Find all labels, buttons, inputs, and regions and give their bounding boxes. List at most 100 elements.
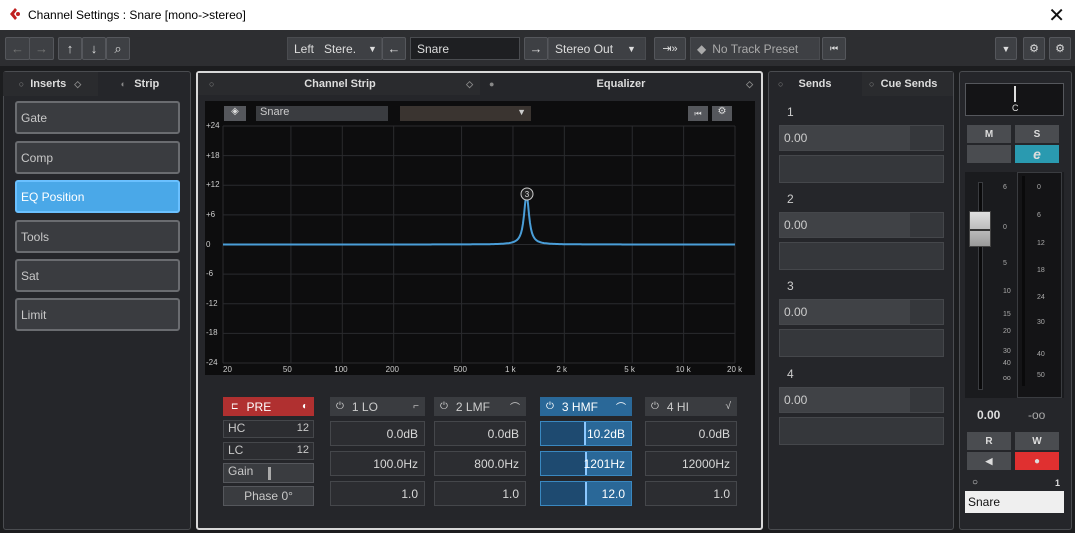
record-icon[interactable]: ● — [1015, 452, 1059, 470]
tab-cue-sends[interactable]: ○ Cue Sends — [866, 72, 952, 96]
power-icon: ⏻ — [651, 401, 659, 412]
strip-module-limit[interactable]: Limit — [15, 298, 180, 331]
strip-module-sat[interactable]: Sat — [15, 259, 180, 292]
reset-icon[interactable]: ⏮ — [822, 37, 846, 60]
band-4-q[interactable]: 1.0 — [645, 481, 737, 506]
band-2-name: 2 LMF — [455, 399, 490, 414]
band-4-header[interactable]: ⏻ 4 HI √ — [645, 397, 737, 416]
filter-shape-icon[interactable]: ⌐ — [413, 401, 419, 412]
band-1-header[interactable]: ⏻ 1 LO ⌐ — [330, 397, 425, 416]
filter-shape-icon[interactable]: ⌒ — [616, 399, 626, 414]
meter-scale-tick: 12 — [1037, 240, 1045, 247]
strip-module-eq-position[interactable]: EQ Position — [15, 180, 180, 213]
pre-header[interactable]: ⊏ PRE ◐ — [223, 397, 314, 416]
back-arrow-icon[interactable]: ← — [5, 37, 30, 60]
x-axis-tick: 200 — [385, 365, 400, 374]
tab-sends[interactable]: ○ Sends — [775, 72, 855, 96]
read-automation-button[interactable]: R — [967, 432, 1011, 450]
strip-module-tools[interactable]: Tools — [15, 220, 180, 253]
fader-scale-tick: 6 — [1003, 184, 1007, 191]
tab-channel-strip[interactable]: ○ Channel Strip ◇ — [205, 72, 475, 96]
tab-inserts[interactable]: ○ Inserts ◇ — [10, 72, 90, 96]
send-1-level[interactable]: 0.00 — [779, 125, 944, 151]
meter-scale-tick: 50 — [1037, 372, 1045, 379]
send-4-destination[interactable] — [779, 417, 944, 445]
hc-toggle[interactable]: HC 12 — [223, 420, 314, 438]
volume-value[interactable]: 0.00 — [977, 408, 1000, 422]
band-2-freq[interactable]: 800.0Hz — [434, 451, 526, 476]
band-4-gain[interactable]: 0.0dB — [645, 421, 737, 446]
up-arrow-icon[interactable]: ↑ — [58, 37, 82, 60]
send-3-level[interactable]: 0.00 — [779, 299, 944, 325]
send-2-level[interactable]: 0.00 — [779, 212, 944, 238]
gain-marker — [584, 422, 586, 445]
channel-name-label[interactable]: Snare — [965, 491, 1064, 513]
band-3-freq[interactable]: 1201Hz — [540, 451, 632, 476]
link-icon[interactable]: ⇥» — [654, 37, 686, 60]
down-arrow-icon[interactable]: ↓ — [82, 37, 106, 60]
band-1-freq[interactable]: 100.0Hz — [330, 451, 425, 476]
solo-button[interactable]: S — [1015, 125, 1059, 143]
phase-button[interactable]: Phase 0° — [223, 486, 314, 506]
send-4-number: 4 — [787, 367, 794, 381]
power-icon: ⏻ — [440, 401, 448, 412]
filter-shape-icon[interactable]: √ — [726, 401, 732, 412]
tab-cue-sends-label: Cue Sends — [880, 78, 938, 90]
send-1-destination[interactable] — [779, 155, 944, 183]
chevron-down-icon[interactable]: ▼ — [995, 37, 1017, 60]
band-2-q[interactable]: 1.0 — [434, 481, 526, 506]
band-2-header[interactable]: ⏻ 2 LMF ⌒ — [434, 397, 526, 416]
send-4-level[interactable]: 0.00 — [779, 387, 944, 413]
lc-label: LC — [228, 443, 244, 457]
eq-point-label: 3 — [525, 190, 530, 199]
send-1-number: 1 — [787, 105, 794, 119]
band-1-q[interactable]: 1.0 — [330, 481, 425, 506]
band-3-header[interactable]: ⏻ 3 HMF ⌒ — [540, 397, 632, 416]
volume-fader-handle[interactable] — [969, 211, 991, 247]
search-icon[interactable]: ⌕ — [106, 37, 130, 60]
power-icon: ○ — [869, 79, 875, 89]
chevron-down-icon: ▼ — [627, 43, 636, 54]
gain-slider[interactable]: Gain — [223, 463, 314, 483]
close-icon[interactable]: ✕ — [1048, 3, 1065, 28]
monitor-icon[interactable]: ◀ — [967, 452, 1011, 470]
fader-scale-tick: 10 — [1003, 288, 1011, 295]
fader-scale-tick: 20 — [1003, 328, 1011, 335]
channel-power-icon[interactable]: ○ — [972, 477, 978, 488]
pan-control[interactable]: C — [965, 83, 1064, 116]
band-2-gain[interactable]: 0.0dB — [434, 421, 526, 446]
band-3-freq-value: 1201Hz — [583, 456, 625, 471]
y-axis-tick: +12 — [206, 180, 220, 190]
forward-arrow-icon[interactable]: → — [29, 37, 54, 60]
x-axis-tick: 20 k — [727, 365, 743, 374]
right-arrow-icon[interactable]: → — [524, 37, 548, 60]
mute-button[interactable]: M — [967, 125, 1011, 143]
input-routing-select[interactable]: Left Stere. ▼ — [287, 37, 382, 60]
lc-toggle[interactable]: LC 12 — [223, 442, 314, 460]
strip-module-gate[interactable]: Gate — [15, 101, 180, 134]
tab-strip[interactable]: ◐ Strip — [100, 72, 180, 96]
gain-slider-handle[interactable] — [268, 467, 271, 480]
track-preset-field[interactable]: ◆ No Track Preset — [690, 37, 820, 60]
gear-icon[interactable]: ⚙ — [1049, 37, 1071, 60]
settings-window-icon[interactable]: ⚙ — [1023, 37, 1045, 60]
send-2-number: 2 — [787, 192, 794, 206]
strip-module-comp[interactable]: Comp — [15, 141, 180, 174]
diamond-icon: ◇ — [746, 78, 753, 89]
send-2-destination[interactable] — [779, 242, 944, 270]
band-1-gain[interactable]: 0.0dB — [330, 421, 425, 446]
band-3-gain[interactable]: 10.2dB — [540, 421, 632, 446]
peak-value[interactable]: -oo — [1028, 408, 1045, 422]
output-routing-select[interactable]: Stereo Out ▼ — [548, 37, 646, 60]
band-4-freq[interactable]: 12000Hz — [645, 451, 737, 476]
meter-scale-tick: 18 — [1037, 267, 1045, 274]
listen-button[interactable] — [967, 145, 1011, 163]
band-3-q[interactable]: 12.0 — [540, 481, 632, 506]
channel-name-field[interactable]: Snare — [410, 37, 520, 60]
filter-shape-icon[interactable]: ⌒ — [510, 399, 520, 414]
left-arrow-icon[interactable]: ← — [382, 37, 406, 60]
write-automation-button[interactable]: W — [1015, 432, 1059, 450]
edit-button[interactable]: e — [1015, 145, 1059, 163]
send-3-destination[interactable] — [779, 329, 944, 357]
tab-equalizer[interactable]: ● Equalizer ◇ — [485, 72, 757, 96]
